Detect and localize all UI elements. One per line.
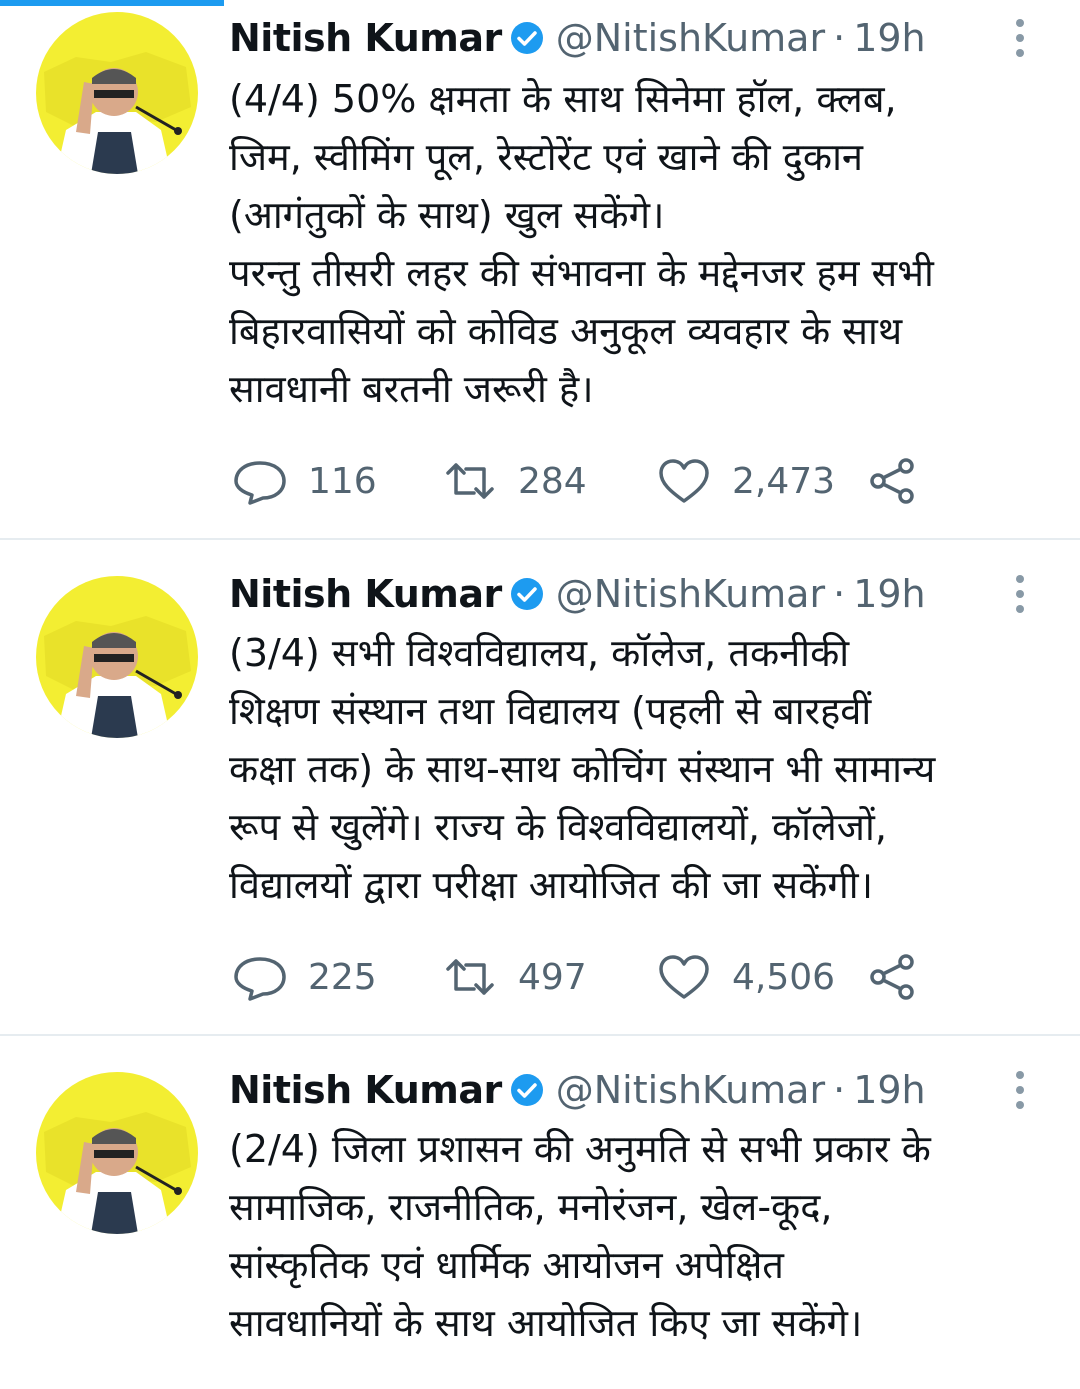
tweet-text-line: सामाजिक, राजनीतिक, मनोरंजन, खेल-कूद, [229, 1185, 833, 1229]
share-button[interactable] [868, 457, 918, 505]
tweet-text-line: रूप से खुलेंगे। राज्य के विश्वविद्यालयों… [229, 805, 887, 849]
avatar[interactable] [36, 576, 198, 738]
retweet-button[interactable]: 497 [442, 953, 656, 1001]
like-button[interactable]: 4,506 [656, 953, 868, 1001]
tweet[interactable]: Nitish Kumar @NitishKumar · 19h (3/4) सभ… [0, 540, 1080, 1036]
tweet-text: (4/4) 50% क्षमता के साथ सिनेमा हॉल, क्लब… [229, 70, 1059, 418]
verified-badge-icon [510, 21, 544, 55]
retweet-button[interactable]: 284 [442, 457, 656, 505]
tweet-text-line: (2/4) जिला प्रशासन की अनुमति से सभी प्रक… [229, 1127, 931, 1171]
retweet-icon [442, 457, 498, 505]
separator-dot: · [833, 572, 846, 616]
tweet-text-line: सावधानियों के साथ आयोजित किए जा सकेंगे। [229, 1301, 863, 1345]
tweet-actions: 225 497 4,506 [232, 952, 918, 1002]
tweet-text-line: बिहारवासियों को कोविड अनुकूल व्यवहार के … [229, 309, 903, 353]
share-button[interactable] [868, 953, 918, 1001]
tweet[interactable]: Nitish Kumar @NitishKumar · 19h (2/4) जि… [0, 1036, 1080, 1389]
tweet-timestamp[interactable]: 19h [853, 572, 925, 616]
tweet-text-line: सावधानी बरतनी जरूरी है। [229, 367, 594, 411]
tweet-header: Nitish Kumar @NitishKumar · 19h [229, 570, 926, 618]
avatar[interactable] [36, 12, 198, 174]
tweet-text-line: जिम, स्वीमिंग पूल, रेस्टोरेंट एवं खाने क… [229, 135, 864, 179]
retweet-count: 284 [518, 460, 587, 502]
tweet-text: (2/4) जिला प्रशासन की अनुमति से सभी प्रक… [229, 1120, 1059, 1352]
tweet-text-line: परन्तु तीसरी लहर की संभावना के मद्देनजर … [229, 251, 934, 295]
more-options-icon[interactable] [1008, 14, 1032, 62]
tweet-text: (3/4) सभी विश्वविद्यालय, कॉलेज, तकनीकी श… [229, 624, 1059, 914]
more-options-icon[interactable] [1008, 570, 1032, 618]
reply-button[interactable]: 116 [232, 457, 442, 505]
reply-count: 225 [308, 956, 377, 998]
reply-icon [232, 457, 288, 505]
tweet-timestamp[interactable]: 19h [853, 16, 925, 60]
share-icon [868, 457, 918, 505]
separator-dot: · [833, 16, 846, 60]
verified-badge-icon [510, 577, 544, 611]
tweet-text-line: विद्यालयों द्वारा परीक्षा आयोजित की जा स… [229, 863, 873, 907]
heart-icon [656, 457, 712, 505]
reply-icon [232, 953, 288, 1001]
author-name[interactable]: Nitish Kumar [229, 1068, 502, 1112]
share-icon [868, 953, 918, 1001]
reply-button[interactable]: 225 [232, 953, 442, 1001]
tweet-text-line: सांस्कृतिक एवं धार्मिक आयोजन अपेक्षित [229, 1243, 784, 1287]
like-count: 2,473 [732, 460, 836, 502]
author-handle[interactable]: @NitishKumar [556, 572, 825, 616]
author-handle[interactable]: @NitishKumar [556, 16, 825, 60]
tweet-timestamp[interactable]: 19h [853, 1068, 925, 1112]
separator-dot: · [833, 1068, 846, 1112]
like-button[interactable]: 2,473 [656, 457, 868, 505]
heart-icon [656, 953, 712, 1001]
reply-count: 116 [308, 460, 377, 502]
retweet-icon [442, 953, 498, 1001]
tweet-text-line: शिक्षण संस्थान तथा विद्यालय (पहली से बार… [229, 689, 872, 733]
tweet-text-line: कक्षा तक) के साथ-साथ कोचिंग संस्थान भी स… [229, 747, 936, 791]
retweet-count: 497 [518, 956, 587, 998]
author-name[interactable]: Nitish Kumar [229, 16, 502, 60]
author-name[interactable]: Nitish Kumar [229, 572, 502, 616]
tweet-text-line: (3/4) सभी विश्वविद्यालय, कॉलेज, तकनीकी [229, 631, 850, 675]
more-options-icon[interactable] [1008, 1066, 1032, 1114]
author-handle[interactable]: @NitishKumar [556, 1068, 825, 1112]
like-count: 4,506 [732, 956, 836, 998]
tweet-header: Nitish Kumar @NitishKumar · 19h [229, 1066, 926, 1114]
avatar[interactable] [36, 1072, 198, 1234]
verified-badge-icon [510, 1073, 544, 1107]
tweet-actions: 116 284 2,473 [232, 456, 918, 506]
tweet-text-line: (4/4) 50% क्षमता के साथ सिनेमा हॉल, क्लब… [229, 77, 897, 121]
tweet-text-line: (आगंतुकों के साथ) खुल सकेंगे। [229, 193, 665, 237]
tweet-header: Nitish Kumar @NitishKumar · 19h [229, 14, 926, 62]
tweet[interactable]: Nitish Kumar @NitishKumar · 19h (4/4) 50… [0, 0, 1080, 540]
